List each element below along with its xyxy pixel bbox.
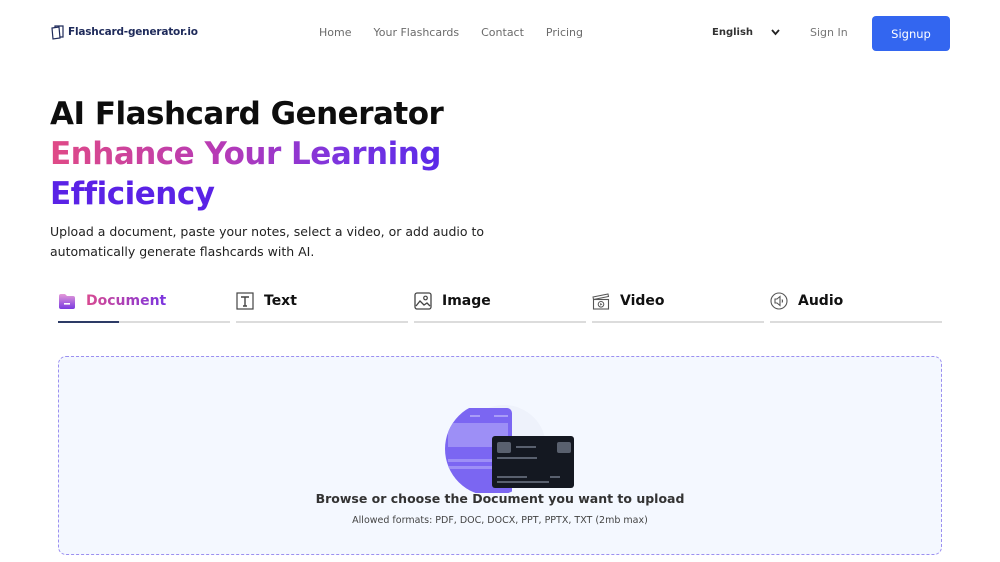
flashcards-logo-icon	[51, 25, 64, 40]
logo[interactable]: Flashcard-generator.io	[50, 24, 198, 40]
tab-video[interactable]: Video	[592, 290, 764, 323]
nav-home[interactable]: Home	[319, 26, 351, 39]
hero-subtitle-line2: Efficiency	[50, 176, 215, 212]
speaker-icon	[770, 292, 788, 310]
tab-label: Document	[86, 293, 167, 309]
nav-pricing[interactable]: Pricing	[546, 26, 583, 39]
image-icon	[414, 292, 432, 310]
signup-button[interactable]: Signup	[872, 16, 950, 51]
clapperboard-icon	[592, 293, 610, 310]
allowed-formats: Allowed formats: PDF, DOC, DOCX, PPT, PP…	[352, 515, 648, 526]
tab-document[interactable]: Document	[58, 290, 230, 323]
tab-label: Image	[442, 293, 491, 309]
tab-underline	[592, 321, 764, 323]
tab-text[interactable]: Text	[236, 290, 408, 323]
tab-underline	[414, 321, 586, 323]
upload-illustration-icon	[445, 405, 574, 493]
input-type-tabs: Document Text Image Video Audio	[58, 290, 942, 323]
header: Flashcard-generator.io Home Your Flashca…	[0, 0, 1000, 66]
logo-text: Flashcard-generator.io	[68, 26, 198, 38]
language-select[interactable]: English	[712, 27, 753, 38]
chevron-down-icon[interactable]	[770, 27, 781, 37]
main-nav: Home Your Flashcards Contact Pricing	[319, 26, 605, 39]
tab-underline	[236, 321, 408, 323]
nav-your-flashcards[interactable]: Your Flashcards	[373, 26, 459, 39]
tab-underline	[770, 321, 942, 323]
folder-icon	[59, 294, 75, 309]
active-tab-indicator	[58, 321, 119, 323]
tab-label: Audio	[798, 293, 844, 309]
text-icon	[236, 292, 254, 310]
nav-contact[interactable]: Contact	[481, 26, 524, 39]
hero-description: Upload a document, paste your notes, sel…	[50, 224, 485, 259]
tab-image[interactable]: Image	[414, 290, 586, 323]
hero-subtitle: Enhance Your Learning	[50, 136, 442, 172]
upload-title: Browse or choose the Document you want t…	[315, 491, 685, 506]
hero: AI Flashcard Generator Enhance Your Lear…	[50, 94, 444, 214]
tab-label: Video	[620, 293, 665, 309]
tab-label: Text	[264, 293, 297, 309]
page-title: AI Flashcard Generator	[50, 96, 444, 132]
sign-in-link[interactable]: Sign In	[810, 26, 848, 39]
tab-audio[interactable]: Audio	[770, 290, 942, 323]
upload-dropzone[interactable]: Browse or choose the Document you want t…	[58, 356, 942, 555]
